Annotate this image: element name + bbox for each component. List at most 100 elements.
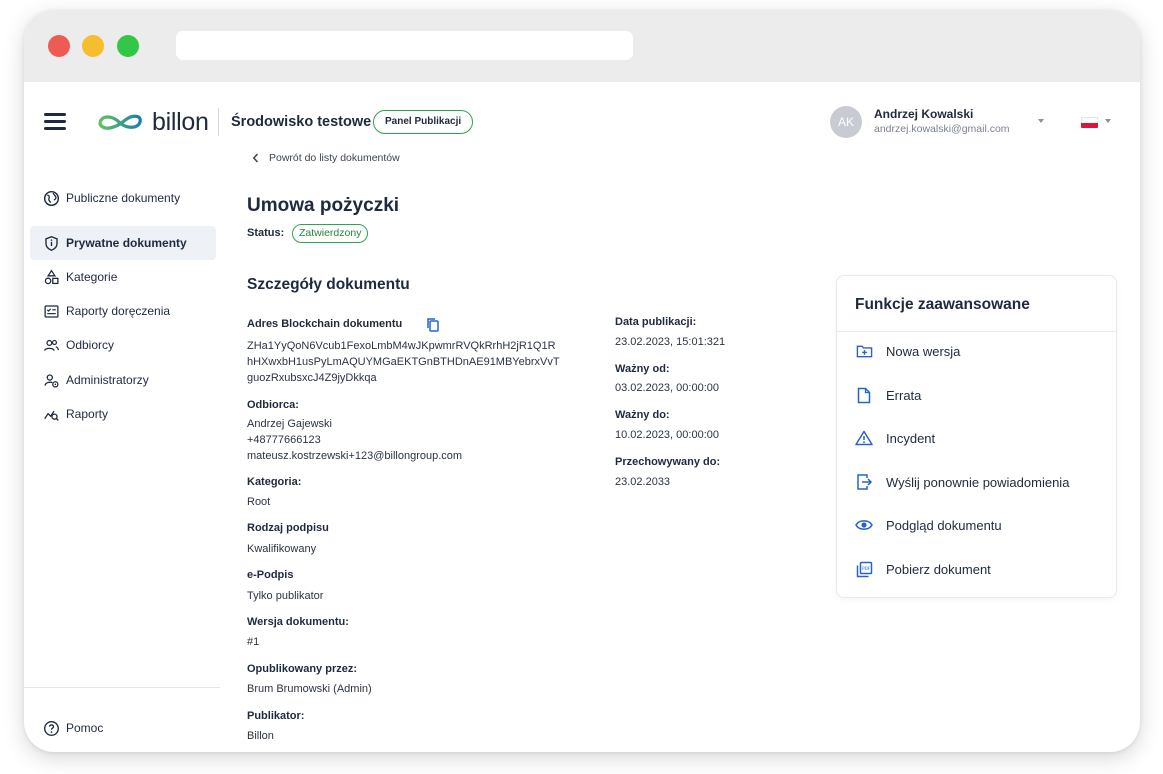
sidebar: Publiczne dokumenty Prywatne dokumenty K…	[24, 162, 220, 752]
avatar[interactable]: AK	[830, 106, 862, 138]
browser-chrome	[24, 10, 1140, 82]
user-menu-chevron-down-icon[interactable]	[1038, 119, 1044, 123]
help-label: Pomoc	[66, 721, 104, 735]
preview-document-action[interactable]: Podgląd dokumentu	[855, 512, 1002, 538]
categories-icon	[42, 268, 60, 286]
advanced-functions-card: Funkcje zaawansowane Nowa wersja Errata …	[836, 275, 1117, 598]
recipient-name: Andrzej Gajewski	[247, 418, 332, 430]
sidebar-item-reports[interactable]: Raporty	[30, 397, 216, 431]
incident-action[interactable]: Incydent	[855, 425, 935, 451]
delivery-report-icon	[42, 302, 60, 320]
category-value: Root	[247, 496, 271, 508]
sidebar-item-help[interactable]: Pomoc	[30, 711, 216, 745]
minimize-window-button[interactable]	[82, 35, 104, 57]
user-email: andrzej.kowalski@gmail.com	[874, 123, 1010, 135]
blockchain-address-line-1: ZHa1YyQoN6Vcub1FexoLmbM4wJKpwmrRVQkRrhH2…	[247, 340, 556, 352]
valid-from-value: 03.02.2023, 00:00:00	[615, 382, 719, 394]
download-pdf-icon: PDF	[855, 560, 873, 578]
action-label: Incydent	[886, 430, 936, 446]
download-document-action[interactable]: PDF Pobierz dokument	[855, 556, 991, 582]
address-bar[interactable]	[176, 31, 633, 60]
copy-icon[interactable]	[426, 317, 440, 333]
action-label: Wyślij ponownie powiadomienia	[886, 474, 1070, 490]
stored-until-label: Przechowywany do:	[615, 456, 721, 468]
errata-action[interactable]: Errata	[855, 382, 921, 408]
publication-date-value: 23.02.2023, 15:01:321	[615, 336, 726, 348]
sidebar-item-label: Raporty doręczenia	[66, 304, 171, 318]
sidebar-item-categories[interactable]: Kategorie	[30, 260, 216, 294]
svg-text:PDF: PDF	[862, 566, 870, 571]
globe-icon	[42, 189, 60, 207]
sidebar-item-label: Odbiorcy	[66, 338, 115, 352]
version-label: Wersja dokumentu:	[247, 616, 349, 628]
sidebar-item-delivery-reports[interactable]: Raporty doręczenia	[30, 294, 216, 328]
action-label: Nowa wersja	[886, 343, 961, 359]
header-divider	[218, 108, 219, 136]
status-badge: Zatwierdzony	[292, 224, 369, 243]
shield-icon	[42, 234, 60, 252]
user-name[interactable]: Andrzej Kowalski	[874, 107, 973, 121]
sidebar-item-public-documents[interactable]: Publiczne dokumenty	[30, 181, 216, 215]
publisher-label: Publikator:	[247, 710, 305, 722]
document-icon	[855, 386, 873, 404]
resend-icon	[855, 473, 873, 491]
sidebar-item-recipients[interactable]: Odbiorcy	[30, 328, 216, 362]
sidebar-item-label: Kategorie	[66, 270, 118, 284]
browser-window: billon Środowisko testowe Panel Publikac…	[24, 10, 1140, 752]
eye-icon	[855, 516, 873, 534]
sidebar-item-label: Prywatne dokumenty	[66, 236, 187, 250]
billon-logo[interactable]: billon	[96, 106, 209, 138]
reports-icon	[42, 405, 60, 423]
section-title: Szczegóły dokumentu	[247, 276, 410, 293]
valid-from-label: Ważny od:	[615, 363, 670, 375]
close-window-button[interactable]	[48, 35, 70, 57]
back-link-label: Powrót do listy dokumentów	[269, 152, 400, 164]
language-chevron-down-icon[interactable]	[1105, 119, 1111, 123]
environment-label: Środowisko testowe	[231, 114, 372, 130]
page-title: Umowa pożyczki	[247, 195, 400, 216]
recipient-label: Odbiorca:	[247, 399, 299, 411]
admin-icon	[42, 371, 60, 389]
version-value: #1	[247, 636, 260, 648]
published-by-value: Brum Brumowski (Admin)	[247, 683, 372, 695]
card-divider	[837, 331, 1116, 332]
category-label: Kategoria:	[247, 476, 302, 488]
blockchain-address-line-3: guozRxubsxcJ4Z9jyDkkqa	[247, 372, 377, 384]
blockchain-address-label: Adres Blockchain dokumentu	[247, 318, 403, 330]
publication-date-label: Data publikacji:	[615, 316, 697, 328]
sidebar-item-administrators[interactable]: Administratorzy	[30, 363, 216, 397]
action-label: Errata	[886, 387, 922, 403]
card-title: Funkcje zaawansowane	[855, 296, 1030, 313]
logo-text: billon	[152, 107, 209, 136]
sidebar-item-label: Administratorzy	[66, 373, 149, 387]
warning-icon	[855, 429, 873, 447]
panel-badge[interactable]: Panel Publikacji	[373, 110, 474, 134]
sidebar-item-label: Publiczne dokumenty	[66, 191, 181, 205]
valid-to-value: 10.02.2023, 00:00:00	[615, 429, 719, 441]
maximize-window-button[interactable]	[117, 35, 139, 57]
help-icon	[42, 719, 60, 737]
new-version-action[interactable]: Nowa wersja	[855, 338, 960, 364]
esign-value: Tylko publikator	[247, 590, 324, 602]
esign-label: e-Podpis	[247, 569, 294, 581]
sidebar-divider	[24, 687, 220, 688]
resend-notifications-action[interactable]: Wyślij ponownie powiadomienia	[855, 469, 1069, 495]
published-by-label: Opublikowany przez:	[247, 663, 358, 675]
stored-until-value: 23.02.2033	[615, 476, 671, 488]
signature-type-label: Rodzaj podpisu	[247, 522, 329, 534]
action-label: Podgląd dokumentu	[886, 517, 1002, 533]
poland-flag-icon[interactable]	[1081, 117, 1098, 128]
publisher-value: Billon	[247, 730, 274, 742]
menu-icon[interactable]	[44, 112, 66, 130]
billon-logo-mark-icon	[98, 114, 142, 130]
sidebar-item-private-documents[interactable]: Prywatne dokumenty	[30, 226, 216, 260]
action-label: Pobierz dokument	[886, 561, 991, 577]
new-folder-icon	[855, 342, 873, 360]
chevron-left-icon	[252, 153, 259, 163]
users-icon	[42, 336, 60, 354]
recipient-phone: +48777666123	[247, 434, 321, 446]
blockchain-address-line-2: hHXwxbH1usPyLmAQUYMGaEKTGnBTHDnAE91MBYeb…	[247, 356, 560, 368]
sidebar-item-label: Raporty	[66, 407, 109, 421]
back-to-list-link[interactable]: Powrót do listy dokumentów	[252, 152, 400, 164]
app-header: billon Środowisko testowe Panel Publikac…	[24, 82, 1140, 162]
